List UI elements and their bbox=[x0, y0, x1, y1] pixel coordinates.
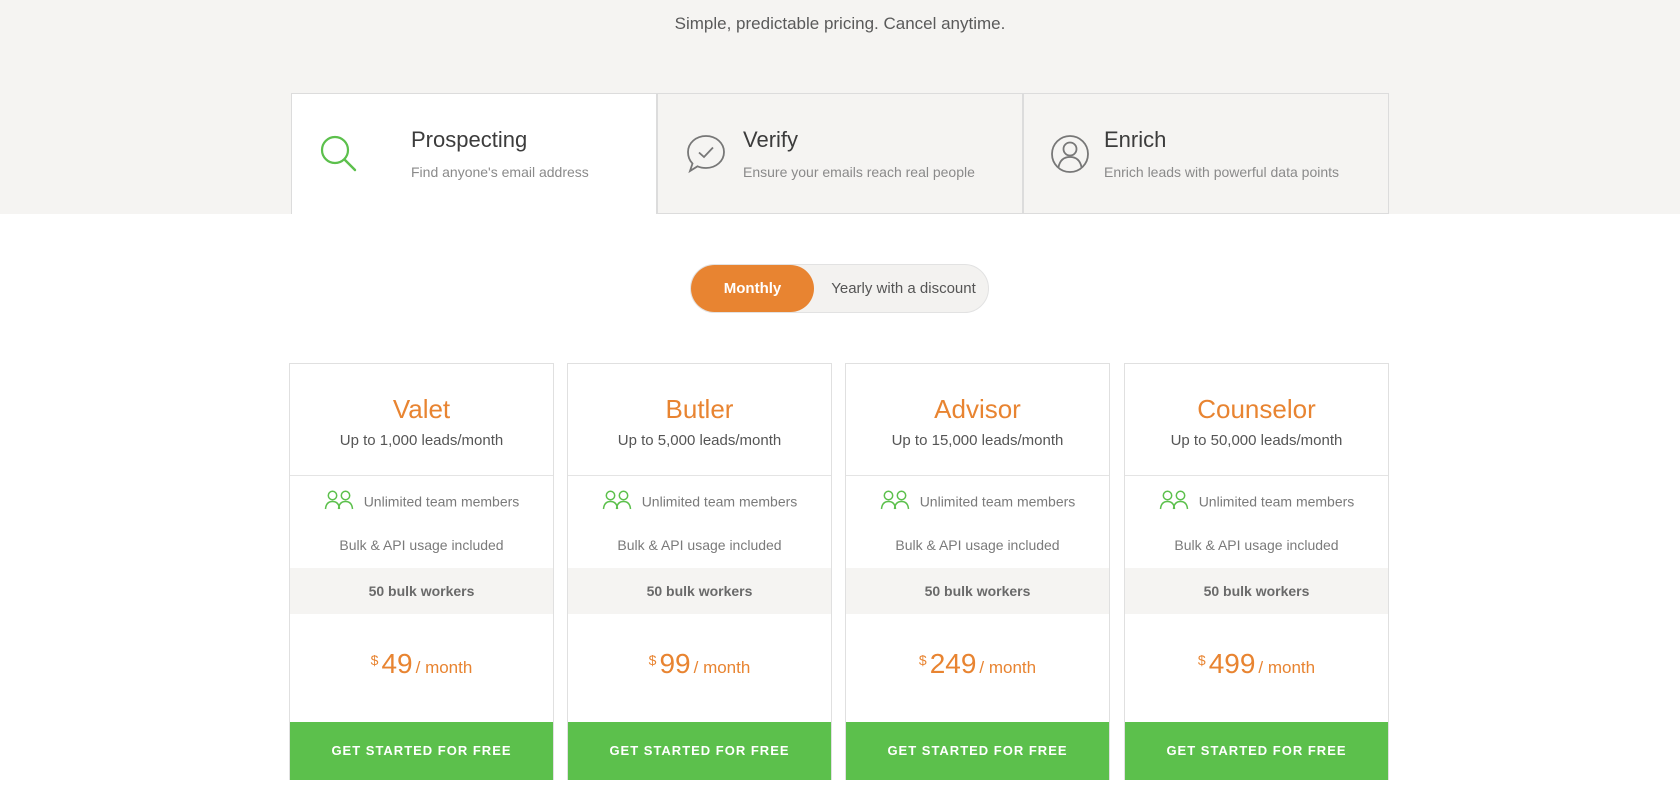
currency: $ bbox=[648, 652, 657, 668]
bulk-api-text: Bulk & API usage included bbox=[895, 537, 1060, 553]
team-members-row: Unlimited team members bbox=[846, 489, 1109, 515]
price-period: / month bbox=[1258, 658, 1316, 677]
team-icon bbox=[1159, 489, 1189, 514]
divider bbox=[290, 475, 553, 476]
pricing-tagline: Simple, predictable pricing. Cancel anyt… bbox=[674, 14, 1006, 33]
tab-verify[interactable]: Verify Ensure your emails reach real peo… bbox=[657, 93, 1023, 214]
team-members-row: Unlimited team members bbox=[568, 489, 831, 515]
yearly-option[interactable]: Yearly with a discount bbox=[821, 265, 986, 312]
bulk-workers: 50 bulk workers bbox=[290, 568, 553, 614]
price-amount: 49 bbox=[381, 648, 413, 679]
get-started-button[interactable]: GET STARTED FOR FREE bbox=[568, 722, 831, 780]
team-text: Unlimited team members bbox=[641, 493, 798, 510]
tab-title: Verify bbox=[743, 127, 799, 152]
tab-enrich[interactable]: Enrich Enrich leads with powerful data p… bbox=[1023, 93, 1389, 214]
get-started-button[interactable]: GET STARTED FOR FREE bbox=[290, 722, 553, 780]
bulk-workers: 50 bulk workers bbox=[1125, 568, 1388, 614]
divider bbox=[846, 475, 1109, 476]
tab-prospecting[interactable]: Prospecting Find anyone's email address bbox=[291, 93, 657, 214]
bulk-workers: 50 bulk workers bbox=[568, 568, 831, 614]
tab-subtitle: Enrich leads with powerful data points bbox=[1104, 164, 1340, 180]
plan-leads: Up to 5,000 leads/month bbox=[617, 432, 782, 449]
bulk-api-text: Bulk & API usage included bbox=[1174, 537, 1339, 553]
plan-price: $99/ month bbox=[568, 648, 831, 680]
plan-price: $49/ month bbox=[290, 648, 553, 680]
get-started-button[interactable]: GET STARTED FOR FREE bbox=[1125, 722, 1388, 780]
plan-name: Valet bbox=[392, 394, 451, 424]
user-icon bbox=[1050, 134, 1090, 179]
price-amount: 99 bbox=[659, 648, 691, 679]
tab-title: Enrich bbox=[1104, 127, 1167, 152]
team-text: Unlimited team members bbox=[363, 493, 520, 510]
tab-subtitle: Ensure your emails reach real people bbox=[743, 164, 975, 180]
monthly-option[interactable]: Monthly bbox=[691, 265, 814, 312]
plan-card-counselor: Counselor Up to 50,000 leads/month Unlim… bbox=[1124, 363, 1389, 780]
plan-name: Butler bbox=[665, 394, 734, 424]
divider bbox=[1125, 475, 1388, 476]
plan-name: Counselor bbox=[1197, 394, 1316, 424]
currency: $ bbox=[370, 652, 379, 668]
plan-price: $249/ month bbox=[846, 648, 1109, 680]
tab-subtitle: Find anyone's email address bbox=[411, 164, 589, 180]
bulk-workers: 50 bulk workers bbox=[846, 568, 1109, 614]
product-tabs: Prospecting Find anyone's email address … bbox=[291, 93, 1389, 214]
plan-leads: Up to 1,000 leads/month bbox=[339, 432, 504, 449]
price-amount: 249 bbox=[929, 648, 977, 679]
team-text: Unlimited team members bbox=[1198, 493, 1355, 510]
plan-card-butler: Butler Up to 5,000 leads/month Unlimited… bbox=[567, 363, 832, 780]
price-period: / month bbox=[693, 658, 751, 677]
plan-card-advisor: Advisor Up to 15,000 leads/month Unlimit… bbox=[845, 363, 1110, 780]
team-icon bbox=[324, 489, 354, 514]
plan-leads: Up to 50,000 leads/month bbox=[1170, 432, 1343, 449]
price-amount: 499 bbox=[1208, 648, 1256, 679]
plan-card-valet: Valet Up to 1,000 leads/month Unlimited … bbox=[289, 363, 554, 780]
divider bbox=[568, 475, 831, 476]
team-icon bbox=[602, 489, 632, 514]
plan-name: Advisor bbox=[934, 394, 1021, 424]
bulk-api-text: Bulk & API usage included bbox=[617, 537, 782, 553]
team-icon bbox=[880, 489, 910, 514]
tab-title: Prospecting bbox=[411, 127, 528, 152]
team-text: Unlimited team members bbox=[919, 493, 1076, 510]
bulk-api-text: Bulk & API usage included bbox=[339, 537, 504, 553]
search-icon bbox=[319, 134, 359, 179]
get-started-button[interactable]: GET STARTED FOR FREE bbox=[846, 722, 1109, 780]
billing-toggle: Monthly Yearly with a discount bbox=[690, 264, 989, 313]
team-members-row: Unlimited team members bbox=[290, 489, 553, 515]
team-members-row: Unlimited team members bbox=[1125, 489, 1388, 515]
plan-leads: Up to 15,000 leads/month bbox=[891, 432, 1064, 449]
plan-price: $499/ month bbox=[1125, 648, 1388, 680]
verify-bubble-icon bbox=[685, 133, 727, 180]
price-period: / month bbox=[979, 658, 1037, 677]
price-period: / month bbox=[415, 658, 473, 677]
currency: $ bbox=[918, 652, 927, 668]
currency: $ bbox=[1197, 652, 1206, 668]
